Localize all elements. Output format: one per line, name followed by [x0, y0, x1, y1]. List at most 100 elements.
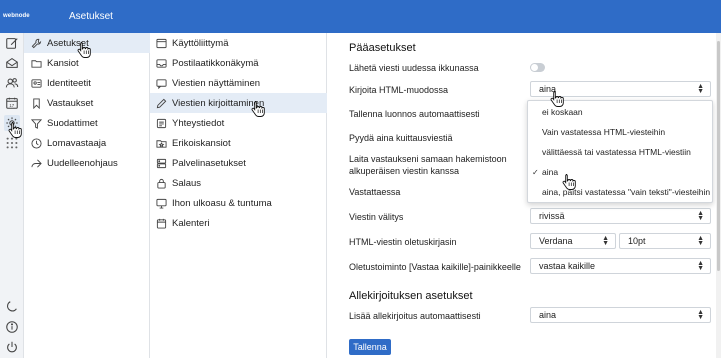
- font-size-select[interactable]: 10pt ▲ ▼: [619, 233, 711, 249]
- filter-icon: [31, 118, 42, 129]
- calendar-icon[interactable]: 17: [4, 95, 20, 111]
- settings-nav: Asetukset Kansiot Identiteetit Vastaukse…: [24, 33, 150, 358]
- compose-html-dropdown: ei koskaan Vain vastatessa HTML-viesteih…: [527, 100, 713, 203]
- font-family-value: Verdana: [539, 236, 573, 246]
- dropdown-option[interactable]: välittäessä tai vastatessa HTML-viestiin: [528, 142, 712, 162]
- signature-auto-value: aina: [539, 310, 557, 320]
- contacts-icon[interactable]: [4, 75, 20, 91]
- lock-icon: [157, 178, 166, 189]
- font-family-select[interactable]: Verdana ▲ ▼: [530, 233, 616, 249]
- hand-cursor-icon: [250, 100, 266, 118]
- wrench-icon: [31, 38, 42, 48]
- subnav-item-palvelinasetukset[interactable]: Palvelinasetukset: [150, 153, 327, 173]
- save-button[interactable]: Tallenna: [349, 339, 391, 355]
- label-reply-all: Oletustoiminto [Vastaa kaikille]-painikk…: [349, 262, 521, 272]
- new-window-toggle[interactable]: [530, 63, 545, 72]
- special-folder-icon: [156, 139, 167, 148]
- subnav-item-label: Postilaatikkonäkymä: [172, 57, 259, 69]
- nav-item-suodattimet[interactable]: Suodattimet: [24, 113, 150, 133]
- section-title-main: Pääasetukset: [349, 42, 416, 54]
- section-title-signature: Allekirjoituksen asetukset: [349, 290, 473, 302]
- subnav-item-kalenteri[interactable]: Kalenteri: [150, 213, 327, 233]
- dark-mode-icon[interactable]: [4, 299, 20, 315]
- subnav-item-postilaatikkonakyma[interactable]: Postilaatikkonäkymä: [150, 53, 327, 73]
- subnav-item-kayttoliittyma[interactable]: Käyttöliittymä: [150, 33, 327, 53]
- label-compose-html: Kirjoita HTML-muodossa: [349, 85, 449, 95]
- hand-cursor-icon: [7, 121, 23, 139]
- brand-logo[interactable]: webnode: [3, 13, 30, 19]
- chevron-updown-icon: ▲ ▼: [602, 235, 609, 247]
- forwarding-value: rivissä: [539, 211, 565, 221]
- label-autosave: Tallenna luonnos automaattisesti: [349, 109, 480, 119]
- chevron-updown-icon: ▲ ▼: [697, 260, 704, 272]
- nav-item-identiteetit[interactable]: Identiteetit: [24, 73, 150, 93]
- hand-cursor-icon: [561, 173, 577, 191]
- dropdown-option-label: välittäessä tai vastatessa HTML-viestiin: [542, 147, 691, 157]
- forwarding-select[interactable]: rivissä ▲ ▼: [530, 208, 711, 224]
- monitor-icon: [156, 198, 167, 209]
- subnav-item-label: Ihon ulkoasu & tuntuma: [172, 197, 272, 209]
- nav-item-lomavastaaja[interactable]: Lomavastaaja: [24, 133, 150, 153]
- bookmark-icon: [33, 97, 40, 109]
- scrollbar[interactable]: [716, 33, 721, 358]
- dropdown-option[interactable]: Vain vastatessa HTML-viesteihin: [528, 122, 712, 142]
- logout-icon[interactable]: [4, 339, 20, 355]
- nav-item-label: Suodattimet: [47, 117, 98, 129]
- reply-all-value: vastaa kaikille: [539, 261, 596, 271]
- subnav-item-label: Viestien näyttäminen: [172, 77, 261, 89]
- nav-item-label: Kansiot: [47, 57, 79, 69]
- chevron-updown-icon: ▲ ▼: [697, 235, 704, 247]
- dropdown-option-label: ei koskaan: [542, 107, 583, 117]
- label-forwarding: Viestin välitys: [349, 212, 404, 222]
- calendar-icon: [156, 218, 167, 229]
- message-icon: [156, 78, 167, 89]
- page-title: Asetukset: [69, 11, 113, 22]
- reply-all-select[interactable]: vastaa kaikille ▲ ▼: [530, 258, 711, 274]
- dropdown-option-label: aina: [542, 167, 559, 177]
- compose-icon[interactable]: [4, 35, 20, 51]
- clock-icon: [31, 137, 42, 149]
- dropdown-option-selected[interactable]: ✓ aina: [528, 162, 712, 182]
- signature-auto-select[interactable]: aina ▲ ▼: [530, 307, 711, 323]
- hand-cursor-icon: [549, 90, 565, 108]
- top-bar: webnode Asetukset: [0, 0, 721, 33]
- scrollbar-thumb[interactable]: [717, 41, 720, 271]
- pen-icon: [156, 98, 167, 108]
- subnav-item-salaus[interactable]: Salaus: [150, 173, 327, 193]
- chevron-updown-icon: ▲ ▼: [697, 309, 704, 321]
- inbox-icon[interactable]: [4, 55, 20, 71]
- contact-card-icon: [156, 118, 167, 128]
- chevron-updown-icon: ▲ ▼: [697, 210, 704, 222]
- subnav-item-yhteystiedot[interactable]: Yhteystiedot: [150, 113, 327, 133]
- subnav-item-label: Erikoiskansiot: [172, 137, 231, 149]
- label-read-receipt: Pyydä aina kuittausviestiä: [349, 133, 453, 143]
- nav-item-label: Vastaukset: [47, 97, 94, 109]
- nav-item-uudelleenohjaus[interactable]: Uudelleenohjaus: [24, 153, 150, 173]
- subnav-item-erikoiskansiot[interactable]: Erikoiskansiot: [150, 133, 327, 153]
- dropdown-option[interactable]: aina, paitsi vastatessa "vain teksti"-vi…: [528, 182, 712, 202]
- subnav-item-label: Salaus: [172, 177, 202, 189]
- folder-icon: [31, 59, 42, 68]
- subnav-item-viestien-kirjoittaminen[interactable]: Viestien kirjoittaminen: [150, 93, 327, 113]
- nav-item-label: Uudelleenohjaus: [47, 157, 118, 169]
- nav-item-label: Identiteetit: [47, 77, 91, 89]
- subnav-item-label: Kalenteri: [172, 217, 210, 229]
- subnav-item-label: Käyttöliittymä: [172, 37, 229, 49]
- label-html-font: HTML-viestin oletuskirjasin: [349, 237, 457, 247]
- preferences-nav: Käyttöliittymä Postilaatikkonäkymä Viest…: [150, 33, 327, 358]
- mailbox-icon: [156, 58, 167, 68]
- label-new-window: Lähetä viesti uudessa ikkunassa: [349, 63, 479, 73]
- nav-item-label: Lomavastaaja: [47, 137, 107, 149]
- server-icon: [156, 158, 167, 168]
- nav-item-vastaukset[interactable]: Vastaukset: [24, 93, 150, 113]
- checkmark-icon: ✓: [532, 167, 539, 177]
- info-icon[interactable]: [4, 319, 20, 335]
- label-reply-folder-1: Laita vastaukseni samaan hakemistoon: [349, 154, 507, 164]
- forward-icon: [31, 159, 42, 167]
- subnav-item-viestien-nayttaminen[interactable]: Viestien näyttäminen: [150, 73, 327, 93]
- hand-cursor-icon: [76, 41, 92, 59]
- subnav-item-label: Yhteystiedot: [172, 117, 225, 129]
- subnav-item-ihon-ulkoasu[interactable]: Ihon ulkoasu & tuntuma: [150, 193, 327, 213]
- icon-rail: 17: [0, 33, 24, 358]
- id-card-icon: [31, 78, 42, 88]
